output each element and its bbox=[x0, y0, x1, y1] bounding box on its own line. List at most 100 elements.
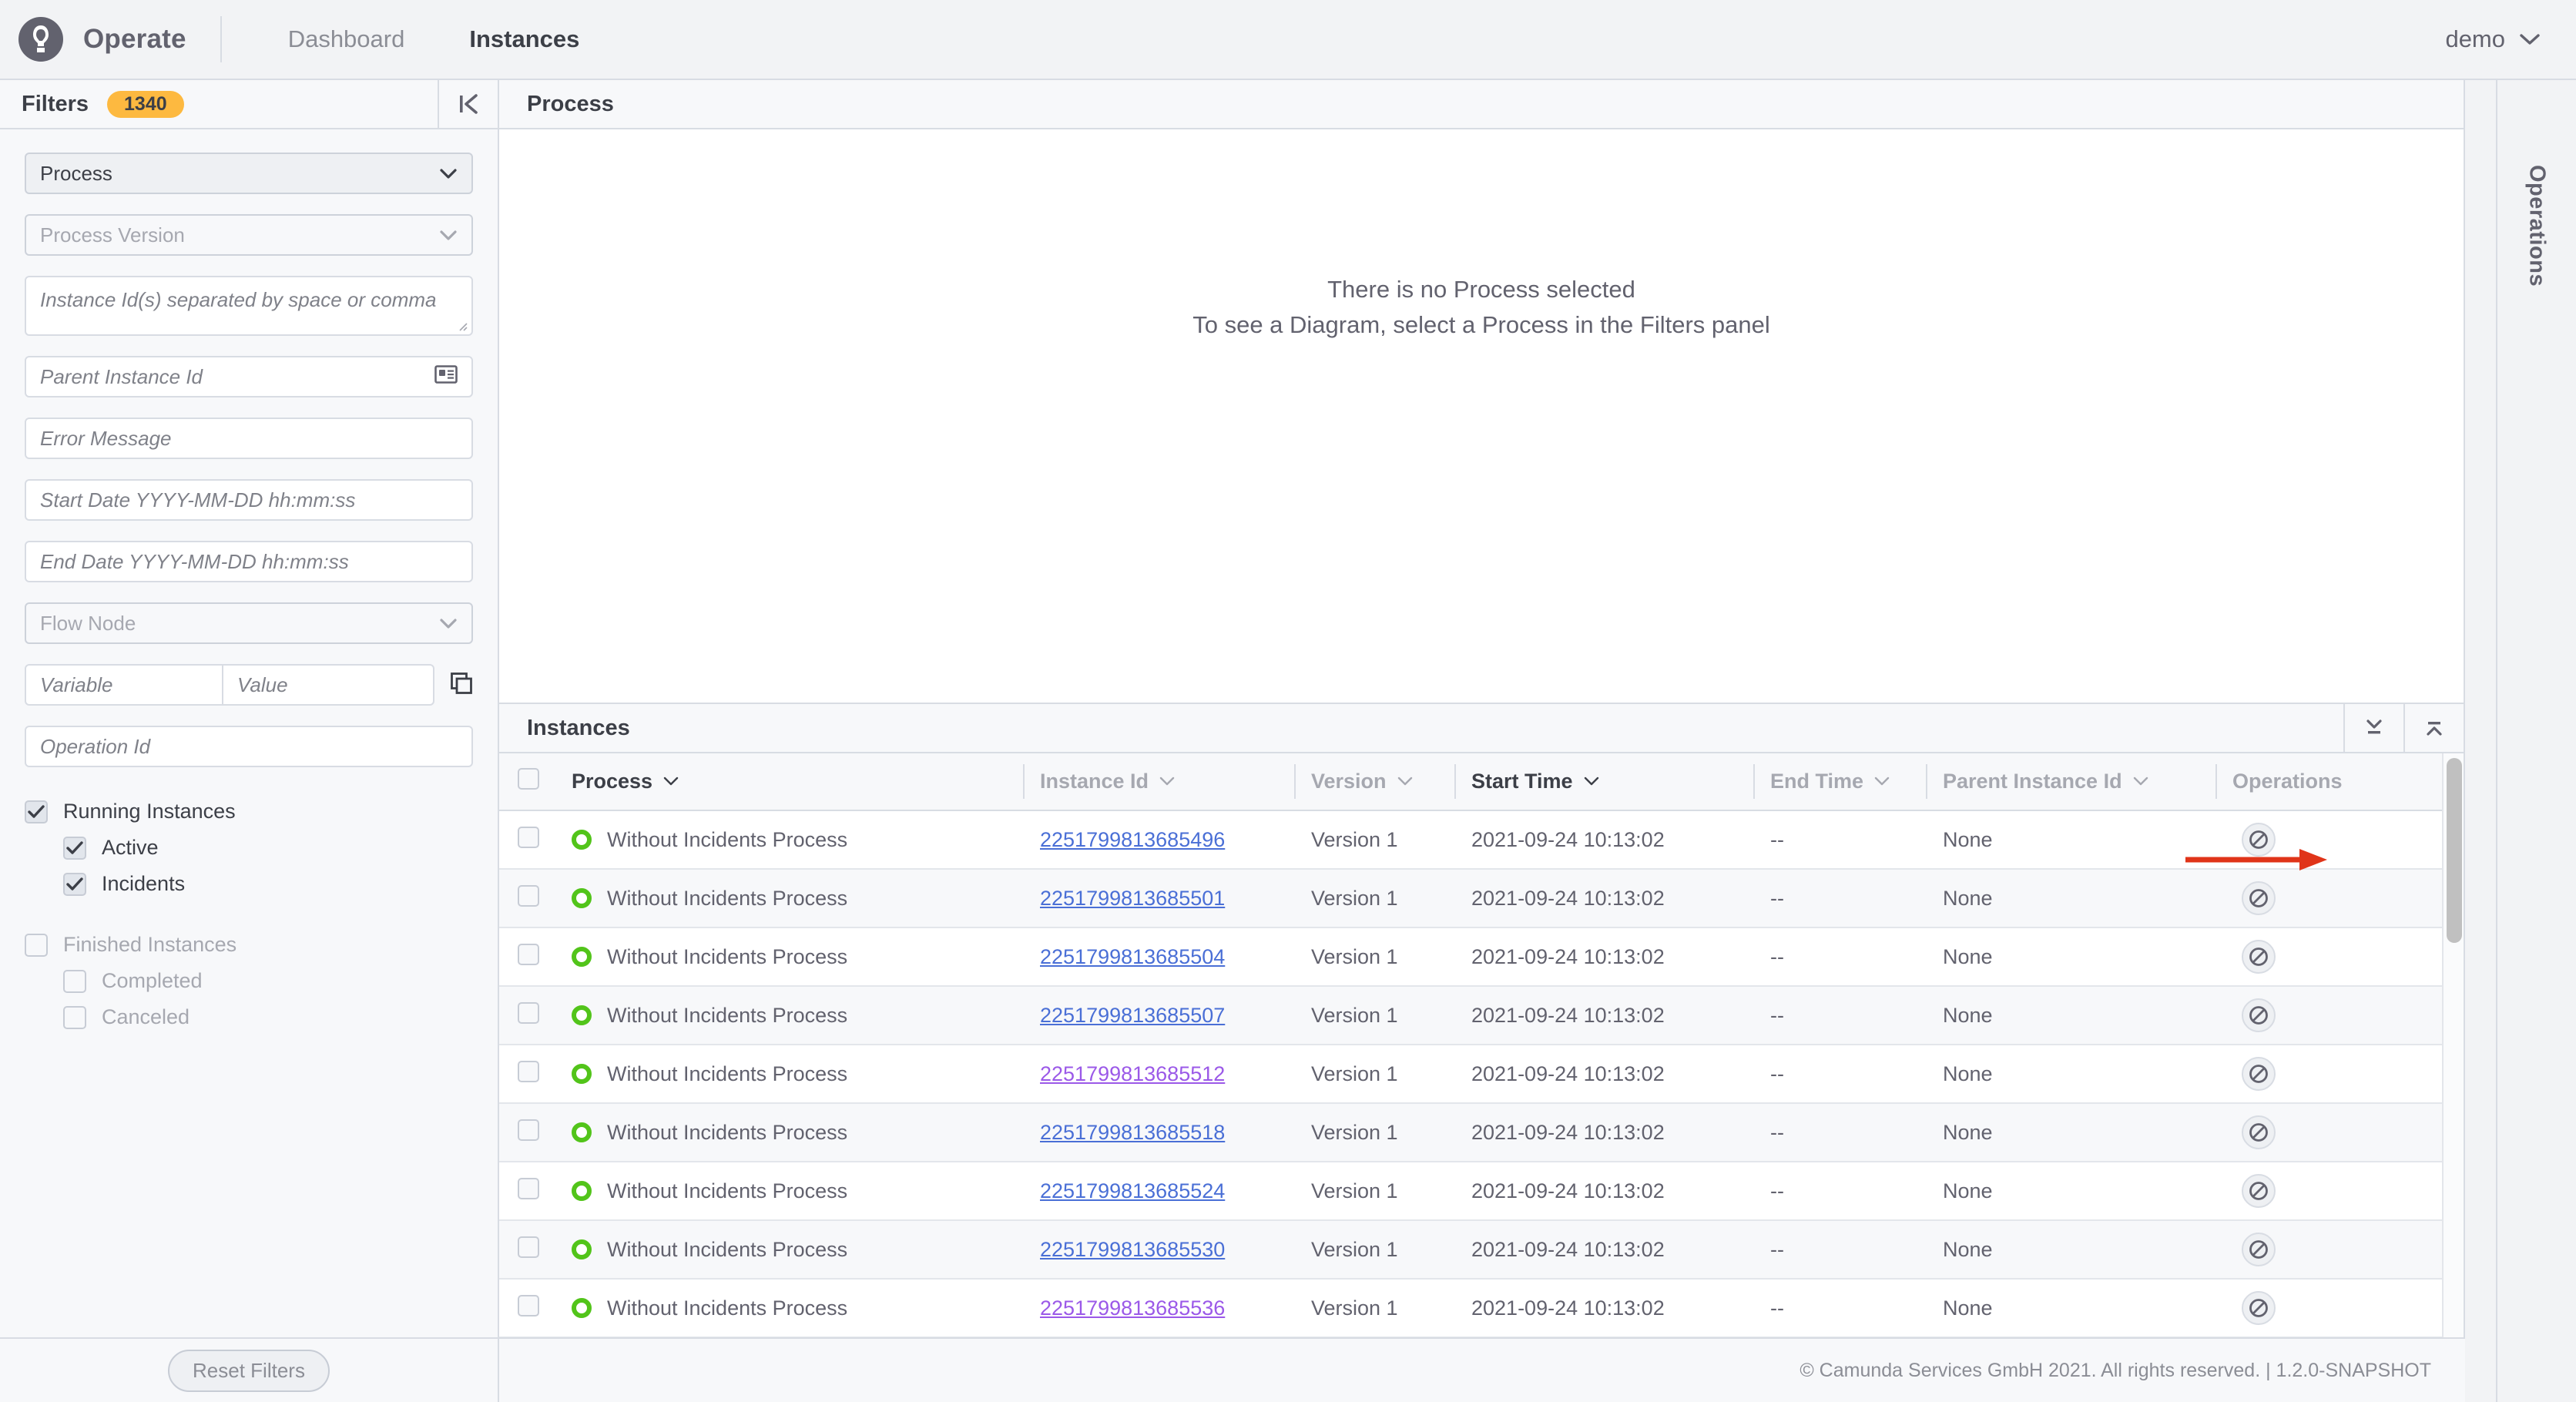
column-header-version[interactable]: Version bbox=[1294, 753, 1454, 811]
start-date-placeholder: Start Date YYYY-MM-DD hh:mm:ss bbox=[40, 488, 356, 511]
cancel-operation-icon[interactable] bbox=[2242, 1115, 2276, 1149]
instance-id-link[interactable]: 2251799813685524 bbox=[1040, 1179, 1225, 1202]
filters-title: Filters bbox=[22, 91, 89, 116]
checkbox-incidents[interactable]: Incidents bbox=[63, 872, 473, 896]
checkbox-active[interactable]: Active bbox=[63, 836, 473, 860]
copy-icon[interactable] bbox=[450, 672, 473, 699]
process-cell: Without Incidents Process bbox=[555, 927, 1023, 987]
operation-id-placeholder: Operation Id bbox=[40, 734, 151, 758]
process-select[interactable]: Process bbox=[25, 153, 473, 194]
operations-rail[interactable]: Operations bbox=[2496, 80, 2576, 1402]
expand-up-icon[interactable] bbox=[2403, 703, 2464, 753]
column-header-start-time[interactable]: Start Time bbox=[1454, 753, 1753, 811]
cancel-operation-icon[interactable] bbox=[2242, 1233, 2276, 1266]
collapse-left-icon[interactable] bbox=[438, 79, 498, 129]
checkbox-label: Canceled bbox=[102, 1005, 190, 1028]
row-checkbox[interactable] bbox=[518, 1119, 539, 1141]
cancel-operation-icon[interactable] bbox=[2242, 940, 2276, 974]
column-header-end-time[interactable]: End Time bbox=[1753, 753, 1926, 811]
instance-id-link[interactable]: 2251799813685496 bbox=[1040, 828, 1225, 851]
checkbox-canceled[interactable]: Canceled bbox=[63, 1005, 473, 1029]
parent-instance-id-cell: None bbox=[1926, 1103, 2215, 1162]
instance-id-cell: 2251799813685496 bbox=[1023, 810, 1294, 870]
process-name: Without Incidents Process bbox=[607, 944, 848, 968]
table-row[interactable]: Without Incidents Process 225179981368549… bbox=[499, 810, 2442, 870]
table-row[interactable]: Without Incidents Process 225179981368553… bbox=[499, 1220, 2442, 1280]
checkbox-completed[interactable]: Completed bbox=[63, 969, 473, 993]
status-active-icon bbox=[572, 1005, 592, 1025]
nav-item-instances[interactable]: Instances bbox=[437, 25, 612, 53]
process-version-select[interactable]: Process Version bbox=[25, 214, 473, 256]
instance-id-link[interactable]: 2251799813685530 bbox=[1040, 1238, 1225, 1261]
table-row[interactable]: Without Incidents Process 225179981368553… bbox=[499, 1279, 2442, 1337]
table-row[interactable]: Without Incidents Process 225179981368550… bbox=[499, 869, 2442, 928]
chevron-down-icon bbox=[1874, 776, 1890, 786]
row-checkbox[interactable] bbox=[518, 1294, 539, 1316]
table-vertical-scrollbar[interactable] bbox=[2442, 753, 2464, 1337]
camunda-logo-icon[interactable] bbox=[18, 17, 63, 62]
process-name: Without Incidents Process bbox=[607, 1296, 848, 1320]
reset-filters-button[interactable]: Reset Filters bbox=[168, 1349, 330, 1392]
resize-grip-icon[interactable] bbox=[455, 319, 468, 331]
cancel-operation-icon[interactable] bbox=[2242, 823, 2276, 857]
instance-id-link[interactable]: 2251799813685518 bbox=[1040, 1121, 1225, 1144]
cancel-operation-icon[interactable] bbox=[2242, 1174, 2276, 1208]
start-time-cell: 2021-09-24 10:13:02 bbox=[1454, 1220, 1753, 1280]
row-checkbox[interactable] bbox=[518, 1060, 539, 1082]
user-menu[interactable]: demo bbox=[2445, 25, 2541, 53]
row-checkbox[interactable] bbox=[518, 826, 539, 848]
cancel-operation-icon[interactable] bbox=[2242, 881, 2276, 915]
parent-instance-id-input[interactable]: Parent Instance Id bbox=[25, 356, 473, 397]
process-cell: Without Incidents Process bbox=[555, 869, 1023, 928]
row-checkbox[interactable] bbox=[518, 884, 539, 907]
start-date-input[interactable]: Start Date YYYY-MM-DD hh:mm:ss bbox=[25, 479, 473, 521]
table-row[interactable]: Without Incidents Process 225179981368551… bbox=[499, 1045, 2442, 1104]
cancel-operation-icon[interactable] bbox=[2242, 1057, 2276, 1091]
app-brand-title: Operate bbox=[83, 24, 186, 54]
flow-node-select[interactable]: Flow Node bbox=[25, 602, 473, 644]
table-row[interactable]: Without Incidents Process 225179981368552… bbox=[499, 1162, 2442, 1221]
variable-input[interactable]: Variable bbox=[25, 664, 223, 706]
value-input[interactable]: Value bbox=[223, 664, 434, 706]
operate-app: Operate Dashboard Instances demo Filters… bbox=[0, 0, 2576, 1402]
select-all-checkbox[interactable] bbox=[518, 768, 539, 790]
row-checkbox[interactable] bbox=[518, 1236, 539, 1258]
table-row[interactable]: Without Incidents Process 225179981368550… bbox=[499, 927, 2442, 987]
instance-id-link[interactable]: 2251799813685512 bbox=[1040, 1062, 1225, 1085]
row-select-cell bbox=[499, 1279, 555, 1337]
instance-ids-textarea[interactable]: Instance Id(s) separated by space or com… bbox=[25, 276, 473, 336]
column-header-instance-id[interactable]: Instance Id bbox=[1023, 753, 1294, 811]
column-header-process[interactable]: Process bbox=[555, 753, 1023, 811]
instance-id-link[interactable]: 2251799813685504 bbox=[1040, 945, 1225, 968]
filters-panel: Filters 1340 Process Process Version Ins… bbox=[0, 79, 499, 1402]
column-header-parent-instance-id[interactable]: Parent Instance Id bbox=[1926, 753, 2215, 811]
instance-id-cell: 2251799813685512 bbox=[1023, 1045, 1294, 1104]
cancel-operation-icon[interactable] bbox=[2242, 1291, 2276, 1325]
id-card-icon[interactable] bbox=[434, 364, 458, 389]
start-time-cell: 2021-09-24 10:13:02 bbox=[1454, 1045, 1753, 1104]
row-checkbox[interactable] bbox=[518, 1177, 539, 1199]
row-checkbox[interactable] bbox=[518, 1001, 539, 1024]
nav-item-dashboard[interactable]: Dashboard bbox=[256, 25, 438, 53]
main-nav: Dashboard Instances bbox=[256, 25, 612, 53]
instance-id-link[interactable]: 2251799813685501 bbox=[1040, 887, 1225, 910]
checkbox-label: Incidents bbox=[102, 872, 186, 895]
row-checkbox[interactable] bbox=[518, 943, 539, 965]
end-time-cell: -- bbox=[1753, 986, 1926, 1045]
instance-id-link[interactable]: 2251799813685507 bbox=[1040, 1004, 1225, 1027]
checkbox-box bbox=[25, 933, 48, 957]
table-row[interactable]: Without Incidents Process 225179981368551… bbox=[499, 1103, 2442, 1162]
table-row[interactable]: Without Incidents Process 225179981368550… bbox=[499, 986, 2442, 1045]
instance-id-cell: 2251799813685518 bbox=[1023, 1103, 1294, 1162]
chevron-down-icon bbox=[1584, 776, 1598, 786]
scrollbar-thumb[interactable] bbox=[2447, 758, 2462, 943]
instance-id-link[interactable]: 2251799813685536 bbox=[1040, 1296, 1225, 1320]
checkbox-finished-instances[interactable]: Finished Instances bbox=[25, 933, 473, 957]
error-message-input[interactable]: Error Message bbox=[25, 418, 473, 459]
checkbox-running-instances[interactable]: Running Instances bbox=[25, 800, 473, 823]
cancel-operation-icon[interactable] bbox=[2242, 998, 2276, 1032]
collapse-down-icon[interactable] bbox=[2343, 703, 2403, 753]
operation-id-input[interactable]: Operation Id bbox=[25, 726, 473, 767]
operations-cell bbox=[2215, 1045, 2442, 1104]
end-date-input[interactable]: End Date YYYY-MM-DD hh:mm:ss bbox=[25, 541, 473, 582]
